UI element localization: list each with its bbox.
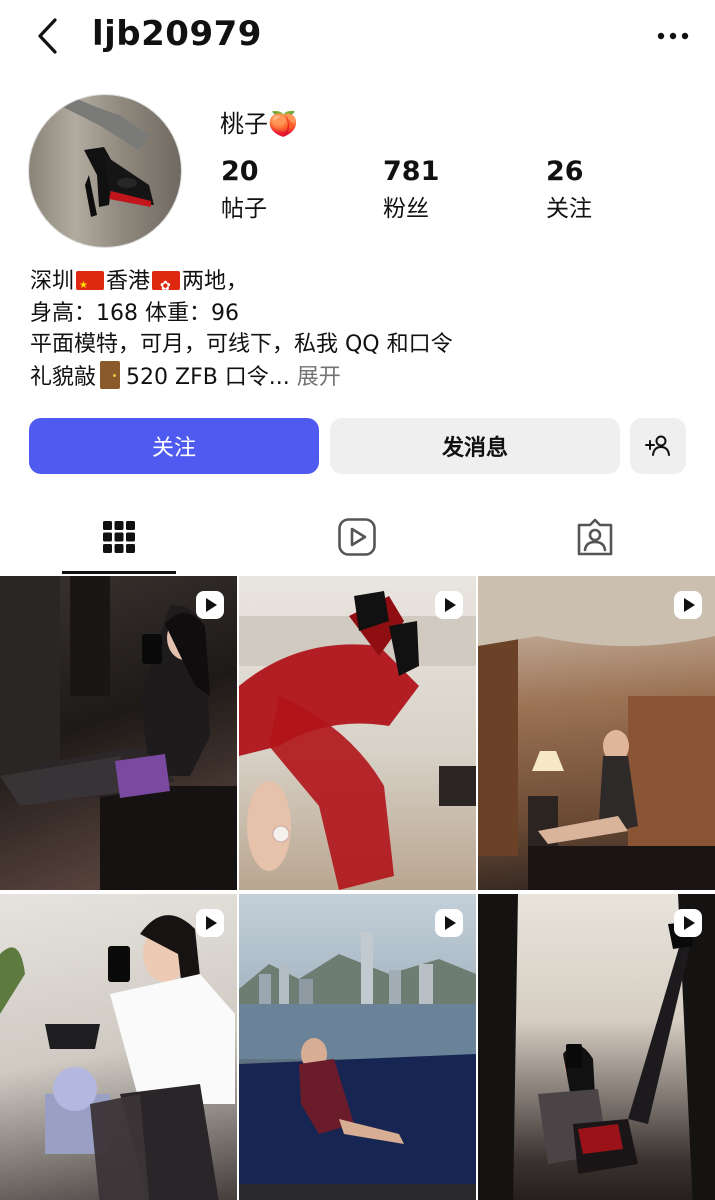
message-button[interactable]: 发消息 (330, 418, 620, 474)
china-flag-icon (76, 270, 105, 302)
reel-badge-icon (196, 909, 224, 937)
follow-button[interactable]: 关注 (29, 418, 319, 474)
back-arrow-icon[interactable] (30, 16, 70, 56)
stat-posts[interactable]: 20 帖子 (221, 156, 267, 223)
reel-badge-icon (435, 591, 463, 619)
active-tab-indicator (62, 571, 176, 574)
profile-tabs (0, 500, 715, 574)
avatar[interactable] (28, 94, 182, 248)
post-thumbnail[interactable] (0, 576, 237, 890)
reel-badge-icon (674, 591, 702, 619)
hong-kong-flag-icon (152, 271, 181, 303)
more-horizontal-icon[interactable] (653, 22, 693, 50)
profile-bio: 深圳 香港 两地， 身高：168 体重：96 平面模特，可月，可线下，私我 QQ 和… (30, 266, 453, 393)
stat-posts-label: 帖子 (221, 196, 267, 222)
bio-text: 520 ZFB 口令... (126, 364, 290, 390)
bio-line-contact: 礼貌敲 520 ZFB 口令... 展开 (30, 360, 453, 394)
reel-badge-icon (196, 591, 224, 619)
post-image (239, 591, 476, 890)
tagged-icon (577, 518, 613, 556)
reel-badge-icon (435, 909, 463, 937)
grid-icon (103, 521, 135, 553)
post-image (0, 576, 237, 890)
post-thumbnail[interactable] (0, 894, 237, 1200)
posts-grid (0, 576, 715, 1200)
reel-badge-icon (674, 909, 702, 937)
tab-tagged[interactable] (476, 500, 714, 574)
bio-text: 香港 (106, 269, 151, 294)
stat-followers[interactable]: 781 粉丝 (383, 156, 439, 223)
tab-posts-grid[interactable] (0, 500, 238, 574)
door-icon (100, 360, 121, 389)
reels-icon (338, 518, 376, 556)
stat-followers-count: 781 (383, 156, 440, 187)
bio-expand-link[interactable]: 展开 (290, 365, 341, 390)
bio-line-description: 平面模特，可月，可线下，私我 QQ 和口令 (30, 332, 453, 357)
stat-following-label: 关注 (546, 196, 592, 222)
add-user-icon (645, 435, 670, 456)
bio-line-location: 深圳 香港 两地， (30, 266, 453, 303)
stat-following-count: 26 (546, 156, 584, 187)
post-image (0, 915, 235, 1200)
post-thumbnail[interactable] (239, 894, 476, 1200)
post-thumbnail[interactable] (239, 576, 476, 890)
post-thumbnail[interactable] (478, 576, 715, 890)
bio-line-measurements: 身高：168 体重：96 (30, 300, 239, 326)
stat-posts-count: 20 (221, 156, 259, 187)
tab-reels[interactable] (238, 500, 476, 574)
stat-followers-label: 粉丝 (383, 196, 429, 222)
bio-text: 深圳 (30, 269, 75, 294)
post-image (239, 932, 476, 1200)
display-name: 桃子🍑 (220, 110, 298, 138)
stat-following[interactable]: 26 关注 (546, 156, 592, 223)
profile-username: ljb20979 (92, 14, 262, 54)
add-user-button[interactable] (630, 418, 686, 474)
top-bar: ljb20979 (0, 0, 715, 72)
bio-text: 礼貌敲 (30, 364, 97, 390)
bio-text: 两地， (182, 269, 249, 294)
post-image (478, 576, 715, 890)
post-thumbnail[interactable] (478, 894, 715, 1200)
post-image (478, 894, 715, 1200)
